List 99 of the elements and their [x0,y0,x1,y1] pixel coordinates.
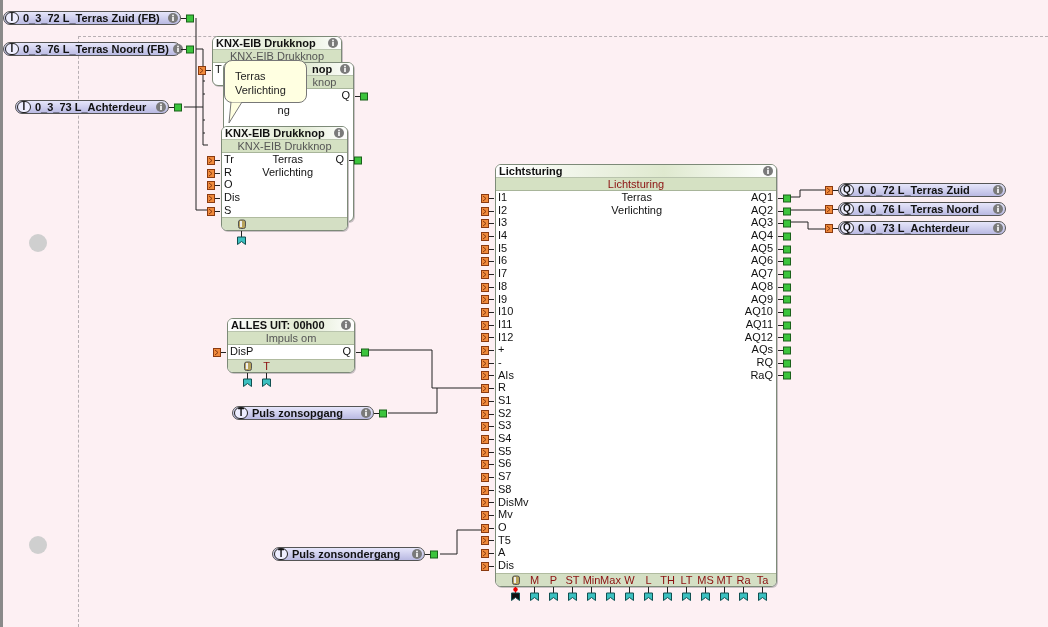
block-subtitle: KNX-EIB Drukknop [237,140,332,152]
io-type-badge: T [234,407,248,419]
input-label: I5 [498,241,508,255]
output-label: AQ3 [751,216,773,230]
input-label: S4 [498,432,512,445]
input-label: Mv [498,508,513,521]
input-label: O [498,520,507,534]
output-label: AQ1 [751,191,773,204]
input-label: DisMv [498,495,529,509]
input-label: I12 [498,330,514,344]
block-description: Terras Verlichting [261,153,315,179]
block-title: KNX-EIB Drukknop [216,37,317,49]
input-label: I10 [498,305,514,318]
io-type-badge: Q [840,184,854,196]
output-label: AQs [751,343,773,356]
parameter-label: LT [680,573,693,586]
output-label: Q [342,345,351,358]
input-label: S6 [498,457,512,471]
output-label: RQ [756,355,773,369]
input-label: R [224,165,232,179]
input-label: I7 [498,267,508,280]
output-label: AQ11 [745,317,773,331]
io-type-badge: Q [840,203,854,215]
input-label: S3 [498,419,512,433]
block-title: KNX-EIB Drukknop [225,127,326,139]
io-name: Puls zonsopgang [252,407,345,419]
input-label: O [224,178,233,192]
io-name: 0_0_73 L_Achterdeur [858,222,971,234]
input-label: I11 [498,317,513,331]
input-label: S5 [498,444,512,458]
block-description: ng [277,104,290,117]
parameter-label: T [263,359,270,372]
block-subtitle: KNX-EIB Drukknop [229,50,325,62]
input-label: A [498,546,506,559]
block-subtitle: Lichtsturing [607,178,665,190]
parameter-label: Ta [756,573,769,586]
parameter-label: TH [660,573,675,586]
input-label: S1 [498,394,512,407]
parameter-label: MS [697,573,714,586]
io-name: 0_3_72 L_Terras Zuid (FB) [23,12,161,24]
block-title: nop [311,63,334,75]
input-label: Dis [498,558,514,572]
parameter-label: W [624,573,635,586]
input-label: T [215,63,222,76]
io-type-badge: I [5,12,19,24]
parameter-label: Min [582,573,601,586]
input-label: Dis [224,191,240,204]
input-label: S8 [498,482,512,496]
block-title: ALLES UIT: 00h00 [231,319,326,331]
output-label: Q [341,89,350,102]
output-label: AQ12 [744,330,773,344]
parameter-label: Max [600,573,621,586]
input-label: R [498,381,506,394]
io-name: Puls zonsondergang [292,548,402,560]
parameter-label: Ra [736,573,751,586]
input-label: I9 [498,292,508,306]
io-name: 0_3_73 L_Achterdeur [35,101,148,113]
output-label: RaQ [750,368,773,382]
output-label: AQ9 [751,292,773,306]
io-type-badge: I [17,101,31,113]
block-subtitle: Impuls om [265,332,317,344]
block-description: Terras Verlichting [610,191,664,217]
input-label: S2 [498,406,512,420]
input-label: S7 [498,470,512,483]
output-label: AQ10 [744,305,773,318]
input-label: I3 [498,216,508,230]
parameter-label: M [529,573,540,586]
input-label: S [224,203,232,217]
io-name: 0_0_72 L_Terras Zuid [858,184,971,196]
output-label: AQ5 [751,241,773,255]
output-label: AQ7 [751,267,773,280]
parameter-label: ST [565,573,580,586]
parameter-label: L [645,573,652,586]
input-label: I2 [498,203,508,217]
io-type-badge: T [274,548,288,560]
io-type-badge: Q [840,222,854,234]
input-label: I6 [498,254,508,268]
output-label: Q [335,153,344,166]
parameter-label: MT [716,573,733,586]
output-label: AQ4 [751,229,773,242]
input-label: AIs [498,368,514,382]
parameter-label: P [549,573,558,586]
input-label: + [498,343,505,356]
output-label: AQ2 [751,203,773,217]
output-label: AQ8 [751,279,773,293]
input-label: - [498,355,502,369]
input-label: T5 [498,533,511,547]
block-subtitle: knop [312,76,337,88]
output-label: AQ6 [751,254,773,268]
block-title: Lichtsturing [499,165,564,177]
input-label: DisP [230,345,254,358]
input-label: Tr [224,153,234,166]
input-label: I1 [498,191,508,204]
io-name: 0_3_76 L_Terras Noord (FB) [23,43,169,55]
input-label: I4 [498,229,508,242]
io-name: 0_0_76 L_Terras Noord [858,203,980,215]
io-type-badge: I [5,43,19,55]
input-label: I8 [498,279,508,293]
tooltip: Terras Verlichting [224,60,307,103]
